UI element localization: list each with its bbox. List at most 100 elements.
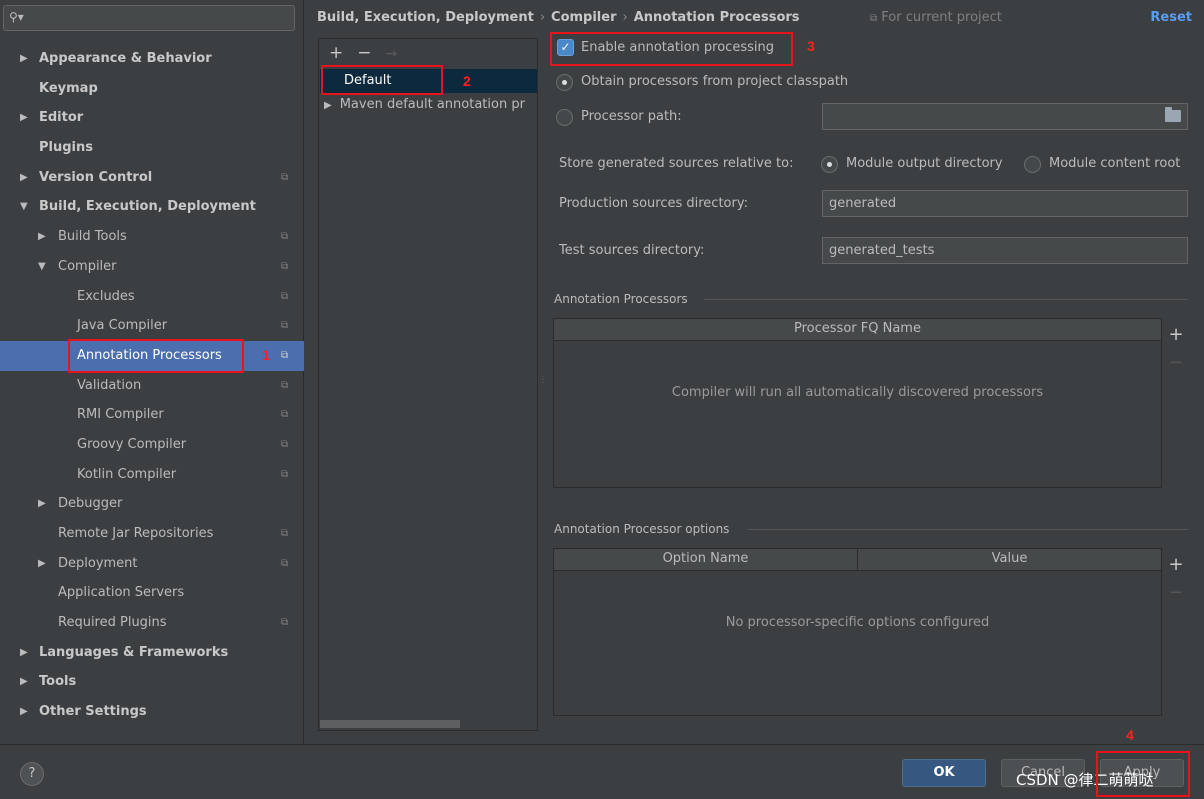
- processor-path-label[interactable]: Processor path:: [581, 109, 682, 124]
- nav-item-appearance-behavior[interactable]: ▶ Appearance & Behavior: [0, 44, 304, 74]
- search-input[interactable]: ⚲▾: [3, 5, 295, 31]
- breadcrumb-separator: ›: [622, 10, 628, 25]
- processor-fq-name-column[interactable]: Processor FQ Name: [554, 319, 1161, 341]
- profiles-panel: + − → Default ▶ Maven default annotation pr: [318, 38, 538, 731]
- expand-arrow-icon[interactable]: ▶: [20, 697, 28, 727]
- nav-item-label: Validation: [77, 377, 142, 393]
- store-generated-label: Store generated sources relative to:: [559, 156, 794, 171]
- options-table[interactable]: Option Name Value No processor-specific …: [553, 548, 1162, 716]
- project-scope-icon: ⧉: [281, 409, 289, 421]
- project-scope-icon: ⧉: [281, 557, 289, 569]
- project-scope-icon: ⧉: [281, 379, 289, 391]
- obtain-from-classpath-label[interactable]: Obtain processors from project classpath: [581, 74, 848, 89]
- profiles-toolbar: + − →: [329, 43, 411, 63]
- nav-item-compiler[interactable]: ▼ Compiler ⧉: [0, 252, 304, 282]
- module-output-label[interactable]: Module output directory: [846, 156, 1003, 171]
- dialog-footer: ? OK Cancel Apply CSDN @律二萌萌哒: [0, 744, 1204, 799]
- horizontal-scrollbar[interactable]: [320, 720, 460, 728]
- expand-arrow-icon[interactable]: ▶: [20, 163, 28, 193]
- header-bar: Build, Execution, Deployment › Compiler › An…: [305, 0, 1204, 36]
- breadcrumb-item[interactable]: Compiler: [551, 10, 616, 25]
- project-scope-icon: ⧉: [281, 320, 289, 332]
- expand-arrow-icon[interactable]: ▶: [38, 549, 46, 579]
- collapse-arrow-icon[interactable]: ▼: [38, 252, 46, 282]
- annotation-box-1: [68, 339, 244, 373]
- project-scope-icon: ⧉: [281, 528, 289, 539]
- nav-item-remote-jar-repositories[interactable]: Remote Jar Repositories ⧉: [0, 519, 304, 549]
- nav-item-debugger[interactable]: ▶ Debugger: [0, 489, 304, 519]
- expand-arrow-icon[interactable]: ▶: [20, 638, 28, 668]
- nav-item-tools[interactable]: ▶ Tools: [0, 667, 304, 697]
- production-sources-field[interactable]: generated: [822, 190, 1188, 217]
- nav-item-required-plugins[interactable]: Required Plugins ⧉: [0, 608, 304, 638]
- help-button[interactable]: ?: [20, 762, 44, 786]
- add-processor-button[interactable]: +: [1164, 324, 1188, 345]
- nav-item-application-servers[interactable]: Application Servers: [0, 578, 304, 608]
- processor-path-field[interactable]: [822, 103, 1188, 130]
- nav-item-label: Build, Execution, Deployment: [39, 199, 256, 215]
- expand-arrow-icon[interactable]: ▶: [38, 222, 46, 252]
- nav-item-version-control[interactable]: ▶ Version Control ⧉: [0, 163, 304, 193]
- nav-item-label: Compiler: [58, 258, 117, 274]
- breadcrumb-separator: ›: [539, 10, 546, 25]
- option-name-column[interactable]: Option Name: [554, 549, 858, 571]
- breadcrumb-item[interactable]: Build, Execution, Deployment: [317, 10, 534, 25]
- nav-item-keymap[interactable]: Keymap: [0, 74, 304, 104]
- expand-arrow-icon[interactable]: ▶: [20, 667, 28, 697]
- nav-item-languages-frameworks[interactable]: ▶ Languages & Frameworks: [0, 638, 304, 668]
- nav-item-other-settings[interactable]: ▶ Other Settings: [0, 697, 304, 727]
- expand-arrow-icon[interactable]: ▶: [20, 103, 28, 133]
- collapse-arrow-icon[interactable]: ▼: [20, 192, 28, 222]
- nav-item-label: Other Settings: [39, 704, 147, 720]
- options-table-header: Option Name Value: [554, 549, 1161, 571]
- nav-item-label: Debugger: [58, 496, 123, 512]
- reset-link[interactable]: Reset: [1150, 10, 1192, 25]
- nav-item-label: Required Plugins: [58, 615, 167, 631]
- nav-item-editor[interactable]: ▶ Editor: [0, 103, 304, 133]
- nav-item-java-compiler[interactable]: Java Compiler ⧉: [0, 311, 304, 341]
- nav-item-build-tools[interactable]: ▶ Build Tools ⧉: [0, 222, 304, 252]
- annotation-number-1: 1: [262, 347, 270, 363]
- move-to-profile-button[interactable]: →: [386, 46, 398, 62]
- processor-path-radio[interactable]: [556, 109, 573, 126]
- splitter-handle[interactable]: ⋮: [539, 375, 547, 384]
- module-output-radio[interactable]: [821, 156, 838, 173]
- expand-arrow-icon[interactable]: ▶: [20, 44, 28, 74]
- test-sources-field[interactable]: generated_tests: [822, 237, 1188, 264]
- processor-options-group-title: Annotation Processor options: [554, 522, 730, 536]
- expand-arrow-icon[interactable]: ▶: [324, 100, 332, 111]
- profile-maven-label: Maven default annotation pr: [339, 97, 525, 112]
- module-content-radio[interactable]: [1024, 156, 1041, 173]
- nav-item-rmi-compiler[interactable]: RMI Compiler ⧉: [0, 400, 304, 430]
- nav-item-label: Excludes: [77, 288, 135, 304]
- nav-item-label: Groovy Compiler: [77, 436, 187, 452]
- project-scope-icon: ⧉: [281, 438, 289, 450]
- remove-processor-button[interactable]: −: [1164, 352, 1188, 373]
- nav-item-build-execution-deployment[interactable]: ▼ Build, Execution, Deployment: [0, 192, 304, 222]
- project-scope-icon: ⧉: [281, 260, 289, 272]
- nav-item-label: RMI Compiler: [77, 407, 164, 423]
- obtain-from-classpath-radio[interactable]: [556, 74, 573, 91]
- nav-item-kotlin-compiler[interactable]: Kotlin Compiler ⧉: [0, 460, 304, 490]
- nav-item-validation[interactable]: Validation ⧉: [0, 371, 304, 401]
- remove-option-button[interactable]: −: [1164, 582, 1188, 603]
- module-content-label[interactable]: Module content root: [1049, 156, 1180, 171]
- add-option-button[interactable]: +: [1164, 554, 1188, 575]
- processors-table[interactable]: Processor FQ Name Compiler will run all …: [553, 318, 1162, 488]
- group-divider: [704, 299, 1188, 300]
- processors-table-header: Processor FQ Name: [554, 319, 1161, 341]
- nav-item-deployment[interactable]: ▶ Deployment ⧉: [0, 549, 304, 579]
- ok-button[interactable]: OK: [902, 759, 986, 787]
- annotation-number-3: 3: [807, 38, 815, 54]
- expand-arrow-icon[interactable]: ▶: [38, 489, 46, 519]
- nav-item-excludes[interactable]: Excludes ⧉: [0, 282, 304, 312]
- nav-item-label: Keymap: [39, 80, 98, 96]
- folder-icon[interactable]: [1165, 107, 1181, 122]
- add-profile-button[interactable]: +: [329, 43, 343, 63]
- profile-item-maven[interactable]: ▶ Maven default annotation pr: [320, 93, 537, 117]
- nav-item-plugins[interactable]: Plugins: [0, 133, 304, 163]
- nav-item-groovy-compiler[interactable]: Groovy Compiler ⧉: [0, 430, 304, 460]
- option-value-column[interactable]: Value: [858, 549, 1161, 571]
- nav-item-label: Deployment: [58, 555, 138, 571]
- remove-profile-button[interactable]: −: [357, 43, 371, 63]
